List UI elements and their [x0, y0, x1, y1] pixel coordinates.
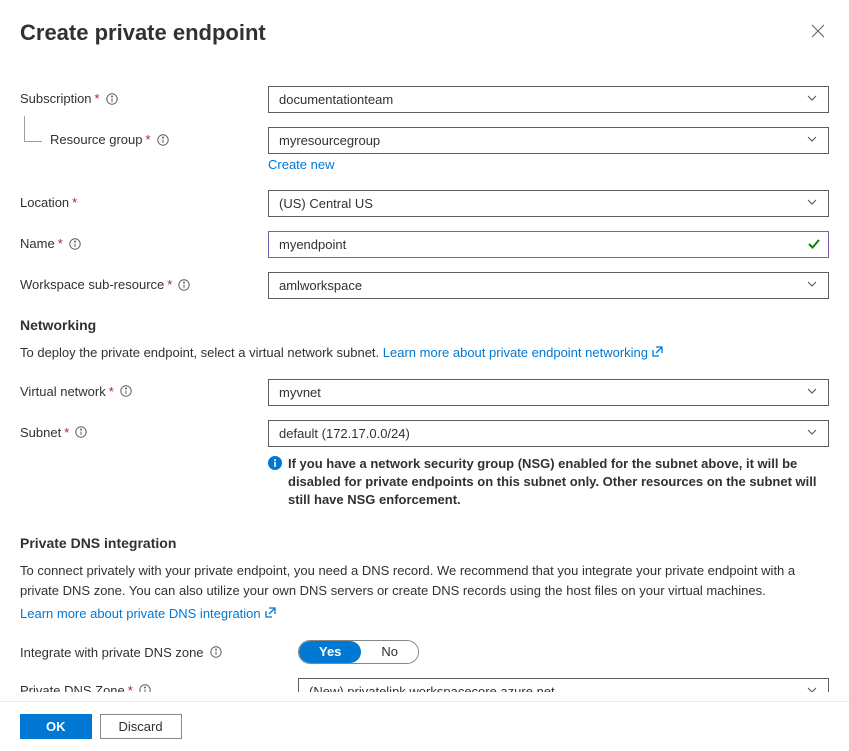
integrate-dns-toggle[interactable]: Yes No: [298, 640, 419, 664]
page-title: Create private endpoint: [20, 20, 266, 46]
required-indicator: *: [95, 91, 100, 106]
chevron-down-icon: [806, 426, 818, 441]
dns-description: To connect privately with your private e…: [20, 561, 829, 600]
required-indicator: *: [58, 236, 63, 251]
location-value: (US) Central US: [279, 196, 373, 211]
subscription-label: Subscription: [20, 91, 92, 106]
required-indicator: *: [167, 277, 172, 292]
virtual-network-label: Virtual network: [20, 384, 106, 399]
required-indicator: *: [128, 683, 133, 692]
dns-zone-label: Private DNS Zone: [20, 683, 125, 692]
subnet-select[interactable]: default (172.17.0.0/24): [268, 420, 829, 447]
workspace-sub-value: amlworkspace: [279, 278, 362, 293]
name-input[interactable]: [268, 231, 829, 258]
integrate-dns-label: Integrate with private DNS zone: [20, 645, 204, 660]
dns-zone-select[interactable]: (New) privatelink.workspacecore.azure.ne…: [298, 678, 829, 692]
chevron-down-icon: [806, 278, 818, 293]
info-icon[interactable]: [69, 238, 81, 250]
resource-group-label: Resource group: [50, 132, 143, 147]
tree-connector: [24, 116, 42, 142]
chevron-down-icon: [806, 92, 818, 107]
subscription-select[interactable]: documentationteam: [268, 86, 829, 113]
name-label: Name: [20, 236, 55, 251]
required-indicator: *: [72, 195, 77, 210]
ok-button[interactable]: OK: [20, 714, 92, 739]
info-icon[interactable]: [157, 134, 169, 146]
toggle-no[interactable]: No: [361, 641, 418, 663]
subnet-label: Subnet: [20, 425, 61, 440]
required-indicator: *: [109, 384, 114, 399]
discard-button[interactable]: Discard: [100, 714, 182, 739]
info-icon[interactable]: [120, 385, 132, 397]
info-icon[interactable]: [139, 684, 151, 692]
subnet-value: default (172.17.0.0/24): [279, 426, 410, 441]
info-blue-icon: [268, 456, 282, 470]
close-icon: [811, 24, 825, 38]
chevron-down-icon: [806, 196, 818, 211]
create-new-link[interactable]: Create new: [268, 157, 334, 172]
networking-learn-more-link[interactable]: Learn more about private endpoint networ…: [383, 345, 663, 360]
chevron-down-icon: [806, 385, 818, 400]
toggle-yes[interactable]: Yes: [299, 641, 361, 663]
dns-section-title: Private DNS integration: [20, 535, 829, 551]
chevron-down-icon: [806, 684, 818, 692]
nsg-info-text: If you have a network security group (NS…: [288, 455, 829, 510]
networking-description: To deploy the private endpoint, select a…: [20, 343, 829, 363]
resource-group-value: myresourcegroup: [279, 133, 380, 148]
resource-group-select[interactable]: myresourcegroup: [268, 127, 829, 154]
chevron-down-icon: [806, 133, 818, 148]
required-indicator: *: [146, 132, 151, 147]
info-icon[interactable]: [106, 93, 118, 105]
info-icon[interactable]: [210, 646, 222, 658]
location-select[interactable]: (US) Central US: [268, 190, 829, 217]
networking-section-title: Networking: [20, 317, 829, 333]
close-button[interactable]: [807, 20, 829, 45]
info-icon[interactable]: [75, 426, 87, 438]
required-indicator: *: [64, 425, 69, 440]
workspace-sub-select[interactable]: amlworkspace: [268, 272, 829, 299]
external-link-icon: [265, 604, 276, 624]
location-label: Location: [20, 195, 69, 210]
workspace-sub-label: Workspace sub-resource: [20, 277, 164, 292]
subscription-value: documentationteam: [279, 92, 393, 107]
nsg-info-box: If you have a network security group (NS…: [268, 449, 829, 510]
dns-learn-more-link[interactable]: Learn more about private DNS integration: [20, 606, 276, 621]
virtual-network-select[interactable]: myvnet: [268, 379, 829, 406]
virtual-network-value: myvnet: [279, 385, 321, 400]
dns-zone-value: (New) privatelink.workspacecore.azure.ne…: [309, 684, 555, 692]
check-icon: [807, 237, 821, 254]
info-icon[interactable]: [178, 279, 190, 291]
external-link-icon: [652, 343, 663, 363]
